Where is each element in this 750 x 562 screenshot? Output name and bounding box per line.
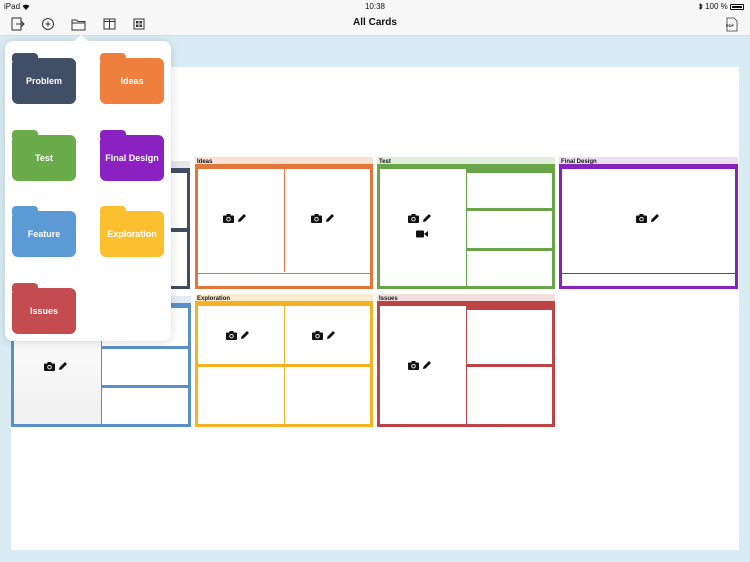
card-issues[interactable]: Issues bbox=[377, 294, 555, 427]
card-header-bar bbox=[559, 164, 738, 169]
folder-label: Exploration bbox=[107, 229, 157, 239]
card-header: Ideas bbox=[195, 157, 373, 169]
card-exploration[interactable]: Exploration bbox=[195, 294, 373, 427]
folders-popover: Problem Ideas Test Final Design Feature … bbox=[5, 35, 171, 341]
export-pdf-button[interactable]: PDF bbox=[723, 15, 741, 33]
media-tools[interactable] bbox=[223, 213, 247, 223]
pane-divider bbox=[466, 169, 467, 286]
video-camera-icon[interactable] bbox=[416, 230, 428, 238]
camera-icon[interactable] bbox=[44, 361, 55, 371]
pencil-icon[interactable] bbox=[58, 361, 68, 371]
media-tools[interactable] bbox=[44, 361, 68, 371]
page-title: All Cards bbox=[353, 17, 397, 28]
pencil-icon[interactable] bbox=[237, 213, 247, 223]
folder-body: Problem bbox=[12, 58, 76, 104]
media-tools[interactable] bbox=[408, 360, 432, 370]
card-final-design[interactable]: Final Design bbox=[559, 157, 738, 289]
card-ideas[interactable]: Ideas bbox=[195, 157, 373, 289]
folder-problem[interactable]: Problem bbox=[12, 53, 76, 104]
folder-issues[interactable]: Issues bbox=[12, 283, 76, 334]
slot-header bbox=[467, 248, 552, 251]
folder-label: Ideas bbox=[120, 76, 144, 86]
pencil-icon[interactable] bbox=[422, 360, 432, 370]
media-tools[interactable] bbox=[311, 213, 335, 223]
folder-body: Ideas bbox=[100, 58, 164, 104]
camera-icon[interactable] bbox=[408, 360, 419, 370]
folder-label: Test bbox=[35, 153, 53, 163]
folder-body: Issues bbox=[12, 288, 76, 334]
pencil-icon[interactable] bbox=[325, 213, 335, 223]
slot-header bbox=[102, 346, 188, 349]
camera-icon[interactable] bbox=[311, 213, 322, 223]
media-tools[interactable] bbox=[226, 330, 250, 340]
camera-icon[interactable] bbox=[223, 213, 234, 223]
pencil-icon[interactable] bbox=[326, 330, 336, 340]
camera-icon[interactable] bbox=[226, 330, 237, 340]
caption-divider bbox=[198, 273, 370, 274]
bluetooth-icon bbox=[698, 3, 703, 10]
pencil-icon[interactable] bbox=[422, 213, 432, 223]
folder-body: Test bbox=[12, 135, 76, 181]
camera-icon[interactable] bbox=[408, 213, 419, 223]
card-header: Issues bbox=[377, 294, 555, 306]
camera-icon[interactable] bbox=[636, 213, 647, 223]
nav-bar: All Cards PDF bbox=[0, 12, 750, 36]
slot-header bbox=[198, 364, 370, 367]
card-test[interactable]: Test bbox=[377, 157, 555, 289]
battery-status: 100 % bbox=[698, 2, 744, 11]
folder-label: Issues bbox=[29, 306, 59, 316]
battery-icon bbox=[730, 4, 744, 10]
card-header: Final Design bbox=[559, 157, 738, 169]
pdf-label: PDF bbox=[726, 23, 734, 28]
slot-header bbox=[102, 385, 188, 388]
media-tools[interactable] bbox=[312, 330, 336, 340]
folder-body: Feature bbox=[12, 211, 76, 257]
slot-header bbox=[467, 306, 552, 310]
card-header: Exploration bbox=[195, 294, 373, 306]
folder-label: Feature bbox=[27, 229, 61, 239]
slot-header bbox=[467, 208, 552, 211]
folder-exploration[interactable]: Exploration bbox=[100, 206, 164, 257]
folder-test[interactable]: Test bbox=[12, 130, 76, 181]
media-tools[interactable] bbox=[636, 213, 660, 223]
card-header: Test bbox=[377, 157, 555, 169]
slot-header bbox=[467, 169, 552, 173]
camera-icon[interactable] bbox=[312, 330, 323, 340]
folder-label: Problem bbox=[25, 76, 62, 86]
folder-body: Final Design bbox=[100, 135, 164, 181]
folder-final-design[interactable]: Final Design bbox=[100, 130, 164, 181]
status-bar: iPad 10:38 100 % bbox=[0, 0, 750, 12]
folder-ideas[interactable]: Ideas bbox=[100, 53, 164, 104]
folder-label: Final Design bbox=[105, 153, 159, 163]
slot-header bbox=[467, 364, 552, 367]
pane-divider bbox=[284, 169, 285, 272]
pencil-icon[interactable] bbox=[650, 213, 660, 223]
folder-body: Exploration bbox=[100, 211, 164, 257]
clock: 10:38 bbox=[364, 2, 386, 11]
pencil-icon[interactable] bbox=[240, 330, 250, 340]
caption-divider bbox=[562, 273, 735, 274]
folder-feature[interactable]: Feature bbox=[12, 206, 76, 257]
video-tool[interactable] bbox=[416, 230, 428, 238]
media-tools[interactable] bbox=[408, 213, 432, 223]
